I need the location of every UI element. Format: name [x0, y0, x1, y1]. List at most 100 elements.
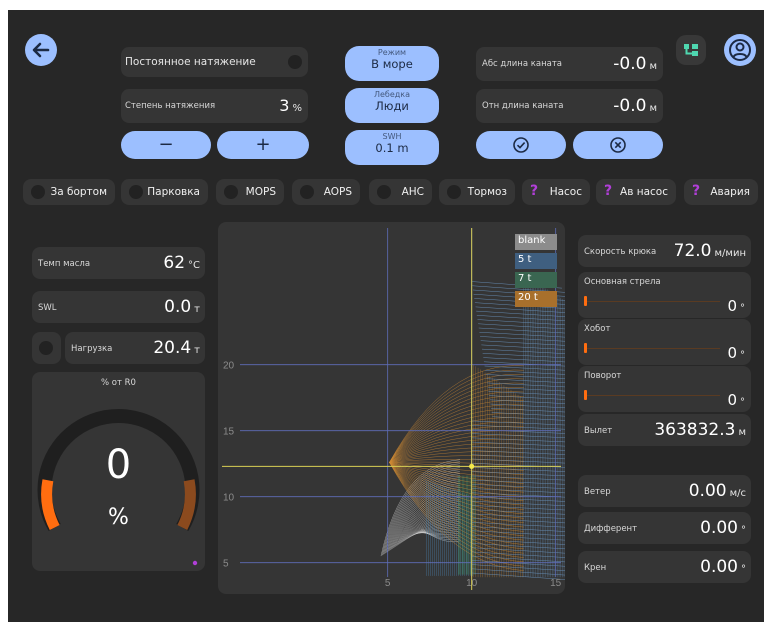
main-boom-value: 0 °	[727, 297, 745, 315]
status-dot	[192, 560, 198, 566]
status-brake: Тормоз	[439, 179, 515, 205]
heel-value: 0.00 °	[700, 557, 746, 577]
chart-band-5t-line	[476, 310, 565, 317]
status-indicator	[447, 185, 461, 199]
rel-rope-value: -0.0 м	[613, 96, 657, 116]
trim-panel: Дифферент 0.00 °	[578, 512, 751, 544]
back-button[interactable]	[25, 34, 57, 66]
tension-degree-value: 3%	[279, 96, 302, 115]
tension-plus-button[interactable]: +	[217, 131, 309, 159]
oil-temp-panel: Темп масла 62 °C	[32, 247, 205, 279]
chart-band-5t-line	[471, 538, 565, 545]
outreach-value: 363832.3 м	[654, 420, 746, 440]
swh-label: SWH	[382, 132, 402, 141]
wind-panel: Ветер 0.00 м/с	[578, 475, 751, 507]
hook-speed-value: 72.0 м/мин	[673, 241, 746, 261]
winch-label: Лебедка	[373, 90, 411, 99]
jib-value: 0 °	[727, 344, 745, 362]
jib-label: Хобот	[584, 324, 611, 334]
constant-tension-indicator	[288, 55, 302, 69]
chart-legend: blank 5 t 7 t 20 t	[515, 234, 557, 307]
chart-y-tick-label: 15	[223, 427, 235, 438]
status-label: AOPS	[323, 186, 352, 198]
mode-value: В море	[371, 57, 413, 71]
chart-y-tick-label: 20	[223, 361, 235, 372]
slew-label: Поворот	[584, 371, 622, 381]
heel-label: Крен	[584, 563, 607, 573]
legend-blank: blank	[515, 234, 557, 250]
arrow-left-icon	[32, 42, 50, 58]
hmi-screen: Постоянное натяжение Степень натяжения 3…	[8, 10, 764, 622]
status-label: Насос	[549, 186, 582, 198]
swl-label: SWL	[38, 303, 57, 313]
chart-band-5t-line	[471, 517, 565, 524]
trim-label: Дифферент	[584, 524, 638, 534]
chart-band-5t-line	[477, 319, 565, 326]
chart-band-5t-line	[471, 471, 565, 477]
hook-speed-label: Скорость крюка	[584, 247, 657, 257]
chart-band-5t-line	[471, 530, 565, 537]
rel-rope-panel: Отн длина каната -0.0 м	[476, 89, 663, 123]
chart-x-tick-label: 5	[385, 578, 391, 589]
status-indicator	[129, 185, 143, 199]
chart-band-5t-line	[471, 475, 565, 481]
load-label: Нагрузка	[71, 344, 113, 354]
chart-band-20t-line	[389, 430, 524, 463]
winch-button[interactable]: Лебедка Люди	[345, 88, 439, 123]
swl-value: 0.0 т	[164, 297, 200, 317]
slew-bar	[584, 390, 587, 400]
legend-5t: 5 t	[515, 253, 557, 269]
chart-x-tick-label: 15	[550, 578, 562, 589]
chart-band-5t-line	[471, 446, 565, 451]
tension-degree-label: Степень натяжения	[125, 101, 216, 111]
wind-value: 0.00 м/с	[688, 481, 746, 501]
chart-band-5t-line	[476, 315, 565, 321]
unknown-state-icon: ?	[530, 183, 539, 199]
unknown-state-icon: ?	[692, 183, 701, 199]
wind-label: Ветер	[584, 487, 611, 497]
status-overboard: За бортом	[23, 179, 115, 205]
status-indicator	[31, 185, 45, 199]
jib-panel: Хобот 0 °	[578, 319, 751, 365]
unknown-state-icon: ?	[604, 183, 613, 199]
account-button[interactable]	[724, 34, 756, 66]
trim-value: 0.00 °	[700, 518, 746, 538]
status-label: MOPS	[245, 186, 276, 198]
chart-band-5t-line	[478, 327, 565, 334]
tension-degree-panel: Степень натяжения 3%	[121, 89, 308, 123]
cancel-button[interactable]	[573, 131, 663, 159]
mode-button[interactable]: Режим В море	[345, 46, 439, 81]
hook-speed-panel: Скорость крюка 72.0 м/мин	[578, 235, 751, 267]
chart-hook-position-point	[469, 463, 475, 469]
abs-rope-label: Абс длина каната	[482, 59, 563, 69]
jib-track	[584, 348, 720, 349]
tension-minus-button[interactable]: −	[121, 131, 211, 159]
status-indicator	[224, 185, 238, 199]
load-reset-button[interactable]	[32, 332, 61, 364]
main-boom-panel: Основная стрела 0 °	[578, 272, 751, 318]
r0-gauge-panel: % от R0 0 %	[32, 372, 205, 571]
oil-temp-value: 62 °C	[163, 253, 200, 273]
chart-y-tick-label: 5	[223, 559, 229, 570]
constant-tension-panel[interactable]: Постоянное натяжение	[121, 47, 308, 77]
network-button[interactable]	[676, 35, 706, 65]
status-pump: ? Насос	[522, 179, 590, 205]
chart-y-tick-label: 10	[223, 493, 235, 504]
chart-band-5t-line	[471, 526, 565, 532]
status-emergency-pump: ? Ав насос	[596, 179, 676, 205]
jib-bar	[584, 343, 587, 353]
slew-value: 0 °	[727, 391, 745, 409]
account-circle-icon	[729, 39, 751, 61]
chart-band-5t-line	[471, 543, 565, 550]
status-ahc: АНС	[369, 179, 432, 205]
confirm-button[interactable]	[476, 131, 566, 159]
swh-button[interactable]: SWH 0.1 m	[345, 130, 439, 165]
oil-temp-label: Темп масла	[38, 259, 91, 269]
mode-label: Режим	[377, 48, 407, 57]
legend-20t: 20 t	[515, 291, 557, 307]
chart-band-20t-line	[389, 400, 524, 463]
chart-band-20t-line	[389, 382, 524, 463]
load-chart: 5 10 155101520	[222, 228, 565, 590]
chart-band-5t-line	[481, 348, 565, 354]
gauge-value: 0	[105, 442, 132, 488]
